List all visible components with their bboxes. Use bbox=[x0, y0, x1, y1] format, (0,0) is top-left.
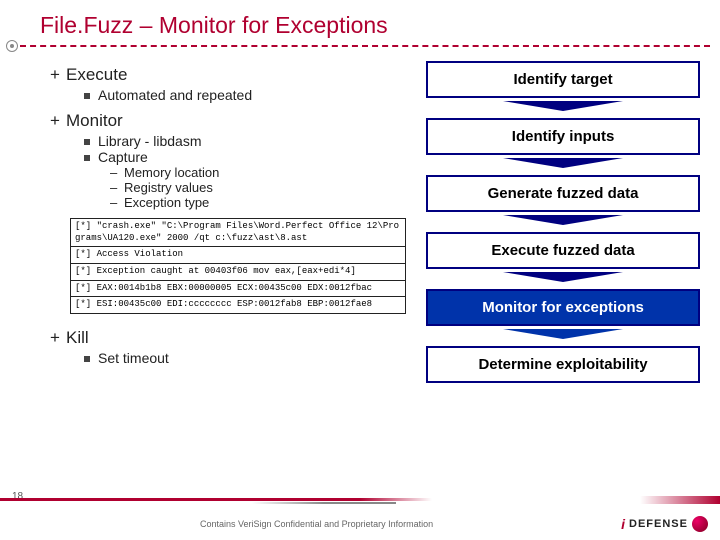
sub-item: Set timeout bbox=[84, 350, 406, 366]
sub-item: Capture bbox=[84, 149, 406, 165]
sub-label: Automated and repeated bbox=[98, 87, 252, 103]
code-line: [*] ESI:00435c00 EDI:cccccccc ESP:0012fa… bbox=[71, 297, 405, 313]
logo-text: DEFENSE bbox=[629, 518, 688, 530]
sub-item: Library - libdasm bbox=[84, 133, 406, 149]
globe-icon bbox=[692, 516, 708, 532]
sub2-label: Memory location bbox=[124, 165, 219, 180]
idefense-logo: i DEFENSE bbox=[621, 516, 708, 532]
footer-accent bbox=[640, 496, 720, 504]
sub2-label: Exception type bbox=[124, 195, 209, 210]
flowchart: Identify target Identify inputs Generate… bbox=[426, 57, 700, 383]
content-left: +Execute Automated and repeated +Monitor… bbox=[50, 57, 406, 383]
footer-divider bbox=[0, 498, 720, 504]
arrow-down-icon bbox=[503, 101, 623, 111]
item-label: Execute bbox=[66, 65, 127, 84]
sub2-label: Registry values bbox=[124, 180, 213, 195]
item-label: Monitor bbox=[66, 111, 123, 130]
confidential-text: Contains VeriSign Confidential and Propr… bbox=[200, 519, 433, 529]
sub2-item: –Registry values bbox=[110, 180, 406, 195]
sub2-item: –Exception type bbox=[110, 195, 406, 210]
code-line: [*] "crash.exe" "C:\Program Files\Word.P… bbox=[71, 219, 405, 247]
code-line: [*] Access Violation bbox=[71, 247, 405, 264]
code-line: [*] Exception caught at 00403f06 mov eax… bbox=[71, 264, 405, 281]
item-monitor: +Monitor bbox=[50, 111, 406, 131]
arrow-down-icon bbox=[503, 158, 623, 168]
step-execute-fuzzed: Execute fuzzed data bbox=[426, 232, 700, 269]
arrow-down-icon bbox=[503, 215, 623, 225]
sub-item: Automated and repeated bbox=[84, 87, 406, 103]
sub-label: Capture bbox=[98, 149, 148, 165]
item-label: Kill bbox=[66, 328, 89, 347]
arrow-down-icon bbox=[503, 329, 623, 339]
sub-label: Set timeout bbox=[98, 350, 169, 366]
sub2-item: –Memory location bbox=[110, 165, 406, 180]
item-execute: +Execute bbox=[50, 65, 406, 85]
step-identify-inputs: Identify inputs bbox=[426, 118, 700, 155]
code-line: [*] EAX:0014b1b8 EBX:00000005 ECX:00435c… bbox=[71, 281, 405, 298]
arrow-down-icon bbox=[503, 272, 623, 282]
bullet-icon bbox=[6, 40, 18, 52]
code-output-box: [*] "crash.exe" "C:\Program Files\Word.P… bbox=[70, 218, 406, 314]
sub-label: Library - libdasm bbox=[98, 133, 201, 149]
logo-i-icon: i bbox=[621, 516, 625, 532]
item-kill: +Kill bbox=[50, 328, 406, 348]
step-monitor-exceptions: Monitor for exceptions bbox=[426, 289, 700, 326]
step-determine-exploitability: Determine exploitability bbox=[426, 346, 700, 383]
title-divider bbox=[20, 45, 710, 47]
step-identify-target: Identify target bbox=[426, 61, 700, 98]
step-generate-fuzzed: Generate fuzzed data bbox=[426, 175, 700, 212]
slide-title: File.Fuzz – Monitor for Exceptions bbox=[40, 12, 720, 39]
